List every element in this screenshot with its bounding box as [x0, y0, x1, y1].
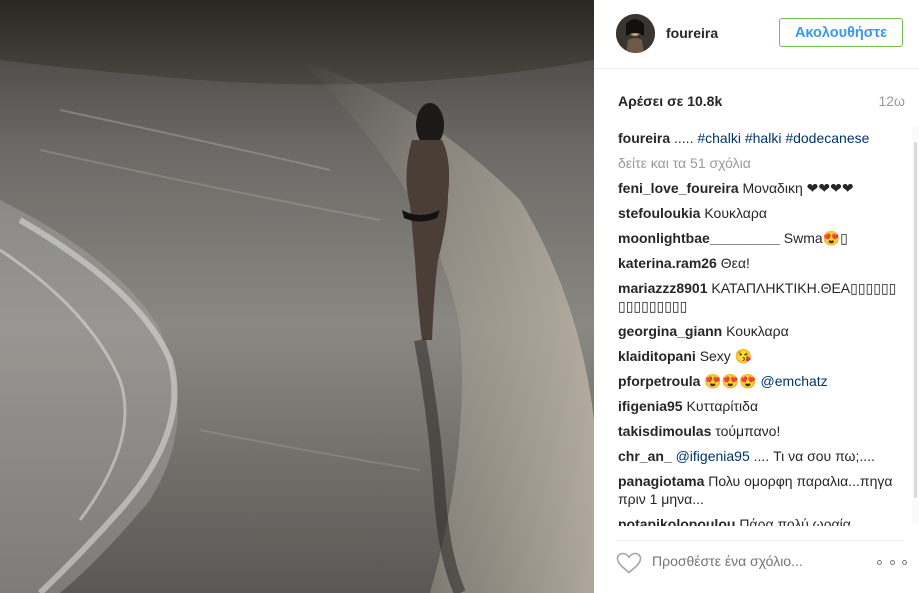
comment-username[interactable]: moonlightbae_________	[618, 230, 780, 246]
post-details-panel: foureira Ακολουθήστε Αρέσει σε 10.8k 12ω…	[594, 0, 919, 593]
post-header: foureira Ακολουθήστε	[594, 0, 919, 69]
comment-username[interactable]: panagiotama	[618, 473, 704, 489]
follow-button[interactable]: Ακολουθήστε	[779, 18, 903, 47]
comment: klaiditopani Sexy 😘	[618, 347, 898, 365]
divider	[618, 540, 903, 541]
comment-text: Κυτταρίτιδα	[686, 398, 759, 414]
comment-username[interactable]: potapikolopoulou	[618, 516, 735, 526]
post-photo[interactable]	[0, 0, 594, 593]
comment-text: Θεα!	[720, 255, 750, 271]
comment: katerina.ram26 Θεα!	[618, 254, 898, 272]
heart-outline-icon[interactable]	[616, 552, 642, 574]
beach-photo-image	[0, 0, 594, 593]
view-all-comments-link[interactable]: δείτε και τα 51 σχόλια	[618, 154, 898, 172]
comment: georgina_giann Κουκλαρα	[618, 322, 898, 340]
comment: panagiotama Πολυ ομορφη παραλια...πηγα π…	[618, 472, 898, 508]
hashtag-link[interactable]: #dodecanese	[785, 130, 869, 146]
mention-link[interactable]: @emchatz	[761, 373, 828, 389]
likes-count[interactable]: Αρέσει σε 10.8k	[618, 93, 722, 109]
comment-username[interactable]: georgina_giann	[618, 323, 722, 339]
comment: potapikolopoulou Πάρα πολύ ωραία	[618, 515, 898, 526]
dot	[902, 559, 907, 565]
comment: stefouloukia Κουκλαρα	[618, 204, 898, 222]
comment: takisdimoulas τούμπανο!	[618, 422, 898, 440]
caption: foureira ..... #chalki #halki #dodecanes…	[618, 129, 898, 147]
post-time[interactable]: 12ω	[878, 93, 905, 109]
comment-username[interactable]: mariazzz8901	[618, 280, 708, 296]
avatar-image	[616, 14, 655, 53]
dot	[889, 559, 895, 565]
post-actions-bar	[594, 540, 919, 593]
post-username[interactable]: foureira	[666, 25, 718, 41]
comment-username[interactable]: stefouloukia	[618, 205, 700, 221]
comment-username[interactable]: katerina.ram26	[618, 255, 717, 271]
add-comment-input[interactable]	[652, 553, 852, 569]
comment-text: 😍😍😍	[704, 373, 757, 389]
comment-text: Πάρα πολύ ωραία	[739, 516, 851, 526]
mention-link[interactable]: @ifigenia95	[676, 448, 750, 464]
comment-username[interactable]: chr_an_	[618, 448, 672, 464]
comment-text: Sexy 😘	[699, 348, 753, 364]
comment-text: Κουκλαρα	[704, 205, 767, 221]
comment-username[interactable]: ifigenia95	[618, 398, 683, 414]
caption-text: .....	[674, 130, 698, 146]
comment-username[interactable]: takisdimoulas	[618, 423, 711, 439]
comment: ifigenia95 Κυτταρίτιδα	[618, 397, 898, 415]
comment-username[interactable]: pforpetroula	[618, 373, 700, 389]
comment: moonlightbae_________ Swma😍▯	[618, 229, 898, 247]
comment-text: Κουκλαρα	[726, 323, 789, 339]
comment-text: Μοναδικη ❤❤❤❤	[742, 180, 854, 196]
likes-row: Αρέσει σε 10.8k 12ω	[618, 93, 905, 109]
comment-username[interactable]: feni_love_foureira	[618, 180, 739, 196]
comment-text: τούμπανο!	[715, 423, 781, 439]
comment: feni_love_foureira Μοναδικη ❤❤❤❤	[618, 179, 898, 197]
hashtag-link[interactable]: #chalki	[697, 130, 741, 146]
comment-text: Swma😍▯	[783, 230, 848, 246]
hashtag-link[interactable]: #halki	[745, 130, 782, 146]
avatar[interactable]	[616, 14, 655, 53]
comments-scrollbar-thumb[interactable]	[914, 142, 917, 498]
comment-username[interactable]: klaiditopani	[618, 348, 696, 364]
comment: mariazzz8901 ΚΑΤΑΠΛΗΚΤΙΚΗ.ΘΕΑ▯▯▯▯▯▯▯▯▯▯▯…	[618, 279, 898, 315]
comments-list[interactable]: foureira ..... #chalki #halki #dodecanes…	[618, 129, 898, 526]
comment: pforpetroula 😍😍😍 @emchatz	[618, 372, 898, 390]
caption-username[interactable]: foureira	[618, 130, 670, 146]
dot	[877, 559, 882, 565]
comment: chr_an_ @ifigenia95 .... Τι να σου πω;..…	[618, 447, 898, 465]
three-dots-icon[interactable]	[877, 552, 907, 572]
comment-text: .... Τι να σου πω;....	[753, 448, 875, 464]
